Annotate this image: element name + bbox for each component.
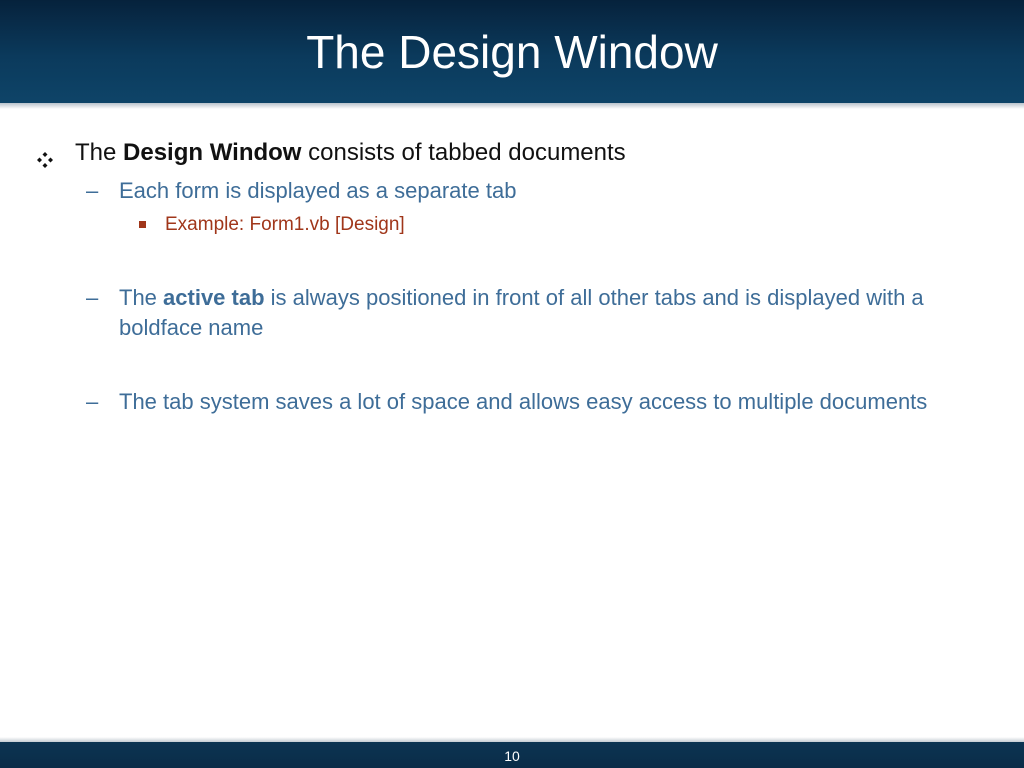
four-diamond-bullet-icon xyxy=(37,147,53,168)
title-shadow xyxy=(0,103,1024,109)
dash-bullet-icon: – xyxy=(86,178,99,203)
example-text: Example: Form1.vb [Design] xyxy=(165,214,405,235)
dash-bullet-icon: – xyxy=(86,285,99,310)
sub-bullet-text: Each form is displayed as a separate tab xyxy=(119,178,517,203)
sub-bullet-text-bold: active tab xyxy=(163,285,265,310)
sub-bullet-text: The tab system saves a lot of space and … xyxy=(119,389,928,414)
bullet-design-window-text: The Design Window consists of tabbed doc… xyxy=(75,139,626,167)
sub-bullet-text-pre: The xyxy=(119,285,164,310)
dash-bullet-icon: – xyxy=(86,389,99,414)
sub-bullet-text: The active tab is always positioned in f… xyxy=(119,283,999,343)
bullet-text-bold: Design Window xyxy=(123,139,302,166)
page-number: 10 xyxy=(504,748,520,764)
bullet-text-pre: The xyxy=(75,139,124,166)
square-bullet-icon xyxy=(139,221,146,228)
slide-title: The Design Window xyxy=(306,26,718,78)
bullet-text-post: consists of tabbed documents xyxy=(301,139,626,166)
